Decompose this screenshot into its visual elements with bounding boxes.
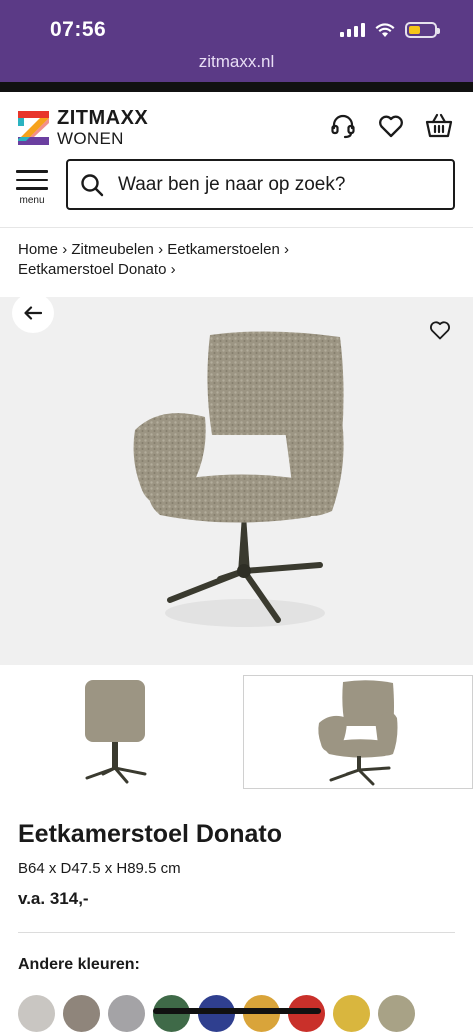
breadcrumb-separator: › <box>62 241 67 258</box>
zitmaxx-logo[interactable]: ZITMAXX WONEN <box>18 108 148 147</box>
other-colors-title: Andere kleuren: <box>18 956 140 974</box>
logo-mark-icon <box>18 111 49 145</box>
breadcrumb: Home › Zitmeubelen › Eetkamerstoelen › E… <box>18 240 458 280</box>
browser-top-bar: 07:56 zitmaxx.nl <box>0 0 473 82</box>
battery-icon <box>405 22 437 38</box>
heart-icon[interactable] <box>377 112 405 140</box>
search-input[interactable]: Waar ben je naar op zoek? <box>66 159 455 210</box>
site-header: ZITMAXX WONEN menu <box>0 92 473 228</box>
arrow-left-icon <box>24 306 42 320</box>
status-icons <box>340 22 437 38</box>
product-dimensions: B64 x D47.5 x H89.5 cm <box>18 860 181 877</box>
color-swatch[interactable] <box>378 995 415 1032</box>
chair-product-image <box>120 325 360 635</box>
price-prefix: v.a. <box>18 889 45 908</box>
url-bar[interactable]: zitmaxx.nl <box>0 52 473 72</box>
product-image-gallery[interactable] <box>0 297 473 665</box>
color-swatch[interactable] <box>333 995 370 1032</box>
basket-icon[interactable] <box>425 112 453 140</box>
color-swatch[interactable] <box>63 995 100 1032</box>
breadcrumb-eetkamerstoelen[interactable]: Eetkamerstoelen <box>167 241 280 258</box>
thumbnail-front-view[interactable] <box>243 675 473 789</box>
cellular-signal-icon <box>340 23 365 37</box>
breadcrumb-separator: › <box>158 241 163 258</box>
status-time: 07:56 <box>50 18 106 42</box>
logo-sub: WONEN <box>57 130 148 147</box>
divider <box>18 932 455 933</box>
price-value: 314,- <box>50 889 89 908</box>
breadcrumb-zitmeubelen[interactable]: Zitmeubelen <box>71 241 154 258</box>
browser-separator <box>0 82 473 92</box>
product-price: v.a. 314,- <box>18 889 89 909</box>
header-actions <box>329 112 453 140</box>
home-indicator[interactable] <box>153 1008 321 1014</box>
wifi-icon <box>375 23 395 38</box>
favorite-heart-icon[interactable] <box>429 319 451 341</box>
hamburger-icon <box>16 170 48 190</box>
search-icon <box>80 173 104 197</box>
breadcrumb-home[interactable]: Home <box>18 241 58 258</box>
color-swatch[interactable] <box>18 995 55 1032</box>
logo-brand: ZITMAXX <box>57 108 148 128</box>
menu-label: menu <box>16 195 48 206</box>
breadcrumb-separator: › <box>171 261 176 278</box>
product-title: Eetkamerstoel Donato <box>18 820 282 849</box>
thumbnail-strip <box>0 675 473 793</box>
search-placeholder: Waar ben je naar op zoek? <box>118 174 345 196</box>
breadcrumb-current[interactable]: Eetkamerstoel Donato <box>18 261 166 278</box>
battery-level <box>409 26 420 34</box>
menu-button[interactable]: menu <box>16 170 48 206</box>
back-button[interactable] <box>12 293 54 333</box>
color-swatch[interactable] <box>108 995 145 1032</box>
breadcrumb-separator: › <box>284 241 289 258</box>
thumbnail-back-view[interactable] <box>0 675 231 789</box>
headset-icon[interactable] <box>329 112 357 140</box>
